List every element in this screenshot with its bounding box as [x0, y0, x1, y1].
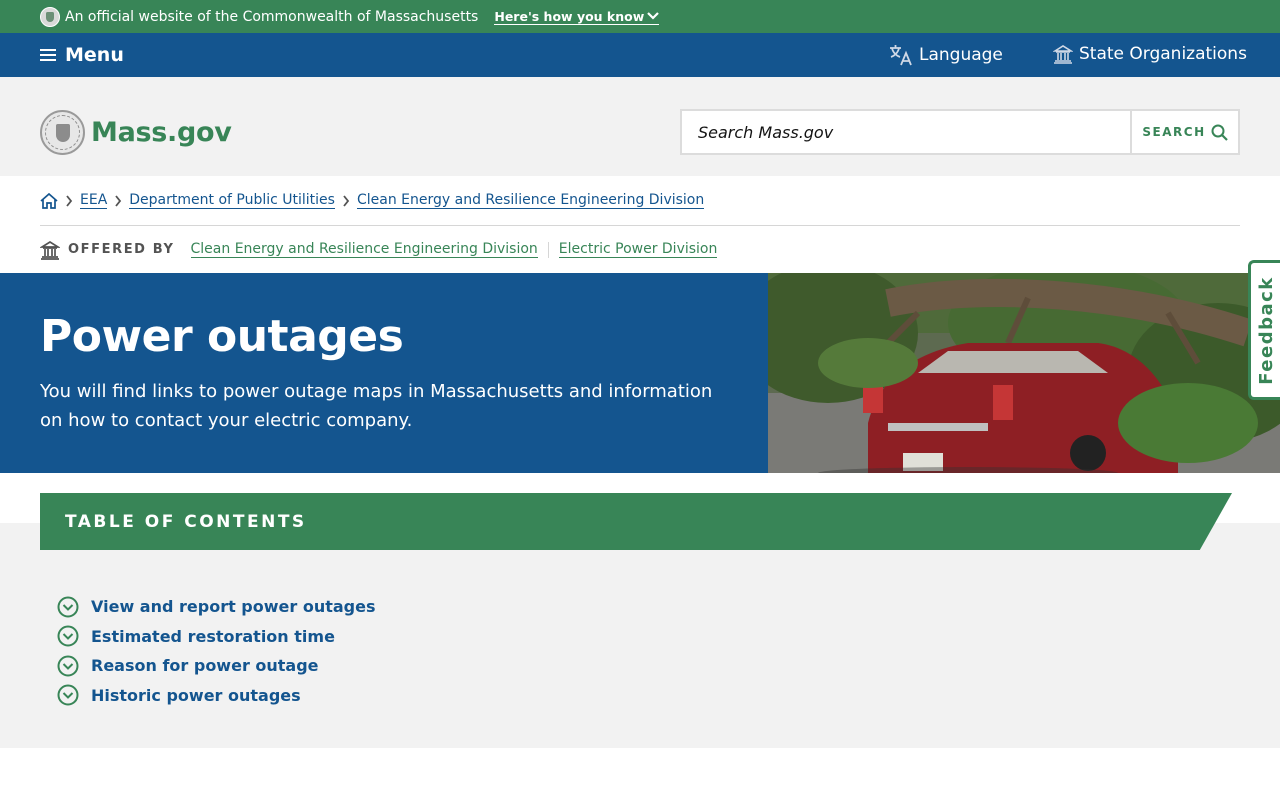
- search-button[interactable]: SEARCH: [1130, 111, 1238, 153]
- chevron-right-icon: [342, 194, 350, 207]
- toc-item[interactable]: View and report power outages: [57, 592, 376, 622]
- toc-item-label: Reason for power outage: [91, 656, 319, 676]
- search-icon: [1211, 124, 1228, 141]
- toc-item[interactable]: Estimated restoration time: [57, 622, 376, 652]
- page-banner-text: Power outages You will find links to pow…: [0, 273, 768, 473]
- offered-by-label: OFFERED BY: [68, 242, 175, 257]
- language-label: Language: [919, 45, 1003, 65]
- official-banner: An official website of the Commonwealth …: [0, 0, 1280, 33]
- state-organizations-button[interactable]: State Organizations: [1053, 44, 1247, 64]
- toc-item[interactable]: Reason for power outage: [57, 651, 376, 681]
- language-button[interactable]: Language: [889, 44, 1003, 66]
- breadcrumb-item-dpu[interactable]: Department of Public Utilities: [129, 192, 335, 209]
- circle-chevron-down-icon: [57, 684, 79, 706]
- toc-item-label: View and report power outages: [91, 597, 376, 617]
- breadcrumb-item-division[interactable]: Clean Energy and Resilience Engineering …: [356, 192, 705, 209]
- page-banner: Power outages You will find links to pow…: [0, 273, 1280, 473]
- search-input[interactable]: [682, 111, 1130, 153]
- search-button-label: SEARCH: [1142, 125, 1206, 139]
- chevron-right-icon: [114, 194, 122, 207]
- heres-how-you-know-label: Here's how you know: [494, 8, 645, 24]
- search-form: SEARCH: [680, 109, 1240, 155]
- offered-by-org-link[interactable]: Clean Energy and Resilience Engineering …: [190, 241, 538, 258]
- toc-item-label: Estimated restoration time: [91, 626, 335, 646]
- building-icon: [40, 240, 60, 260]
- seal-icon: [40, 6, 60, 27]
- heres-how-you-know-link[interactable]: Here's how you know: [494, 8, 660, 25]
- banner-image: [768, 273, 1280, 473]
- hamburger-icon: [40, 49, 56, 61]
- toc-title: TABLE OF CONTENTS: [65, 511, 307, 532]
- circle-chevron-down-icon: [57, 655, 79, 677]
- site-header: Mass.gov SEARCH: [0, 77, 1280, 176]
- feedback-label: Feedback: [1256, 275, 1278, 385]
- chevron-right-icon: [65, 194, 73, 207]
- offered-by: OFFERED BY Clean Energy and Resilience E…: [40, 226, 718, 273]
- logo-text: Mass.gov: [91, 117, 232, 148]
- page-title: Power outages: [40, 311, 404, 362]
- state-organizations-label: State Organizations: [1079, 44, 1247, 64]
- toc-item[interactable]: Historic power outages: [57, 681, 376, 711]
- official-banner-text: An official website of the Commonwealth …: [65, 8, 479, 25]
- menu-label: Menu: [65, 44, 124, 66]
- divider: [547, 241, 549, 258]
- toc-item-label: Historic power outages: [91, 685, 301, 705]
- page-description: You will find links to power outage maps…: [40, 381, 713, 431]
- toc-list: View and report power outages Estimated …: [57, 592, 376, 710]
- offered-by-org-link[interactable]: Electric Power Division: [558, 241, 718, 258]
- breadcrumb: EEA Department of Public Utilities Clean…: [40, 176, 1240, 226]
- home-icon[interactable]: [40, 192, 58, 209]
- building-icon: [1053, 45, 1073, 64]
- feedback-button[interactable]: Feedback: [1248, 260, 1280, 400]
- circle-chevron-down-icon: [57, 625, 79, 647]
- chevron-down-icon: [647, 12, 660, 20]
- mass-gov-logo[interactable]: Mass.gov: [40, 110, 232, 155]
- breadcrumb-item-eea[interactable]: EEA: [80, 192, 108, 209]
- menu-button[interactable]: Menu: [40, 44, 124, 66]
- table-of-contents-header: TABLE OF CONTENTS: [40, 493, 1232, 550]
- commonwealth-seal-icon: [40, 110, 85, 155]
- translate-icon: [890, 45, 912, 66]
- circle-chevron-down-icon: [57, 596, 79, 618]
- utility-nav: Menu Language State Organizations: [0, 33, 1280, 77]
